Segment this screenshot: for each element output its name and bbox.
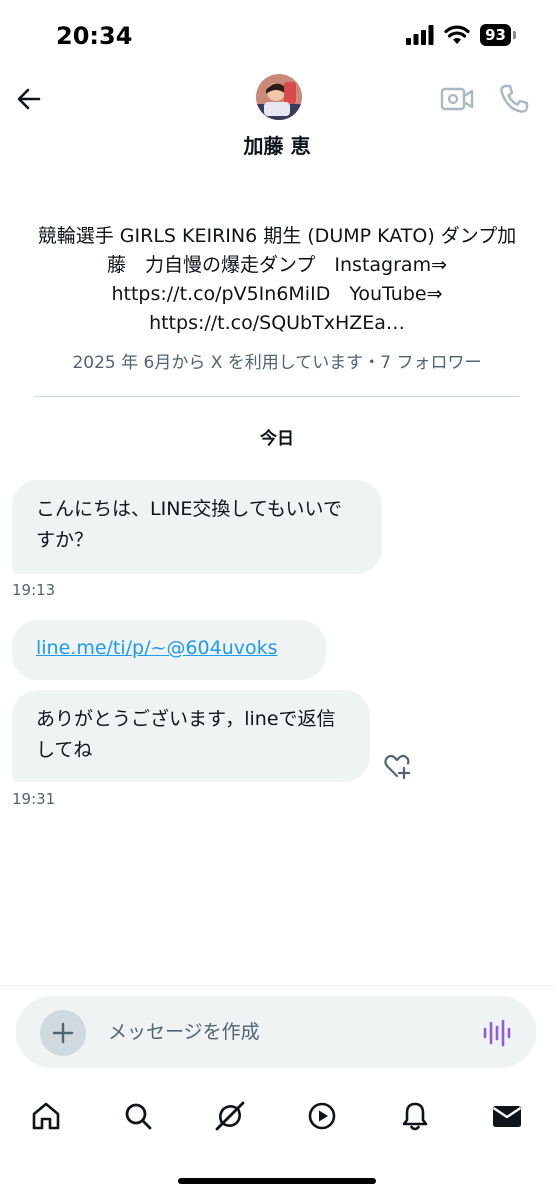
video-call-button[interactable] [440,84,474,114]
tab-grok[interactable] [212,1098,248,1134]
tab-search[interactable] [120,1098,156,1134]
grok-icon [215,1101,245,1131]
messages-icon [492,1106,522,1127]
home-icon [32,1102,60,1130]
bottom-tab-bar [0,1092,554,1140]
message-text: ありがとうございます，lineで返信してね [36,708,336,761]
add-attachment-button[interactable] [40,1010,86,1056]
battery-icon: 93 [480,24,516,46]
status-bar: 20:34 93 [0,0,554,74]
contact-name[interactable]: 加藤 恵 [0,130,554,159]
phone-icon [500,84,529,113]
cellular-signal-icon [406,25,434,45]
message-link[interactable]: line.me/ti/p/~@604uvoks [36,637,278,659]
profile-bio: 競輪選手 GIRLS KEIRIN6 期生 (DUMP KATO) ダンプ加藤 … [37,225,517,334]
message-text: こんにちは、LINE交換してもいいですか？ [36,498,342,551]
divider [0,985,554,986]
tab-messages[interactable] [489,1098,525,1134]
home-indicator [178,1178,376,1184]
back-button[interactable] [12,82,46,116]
status-icons: 93 [406,24,516,46]
message-timestamp: 19:13 [12,581,56,599]
message-input[interactable] [108,1016,468,1048]
voice-waveform-icon [483,1019,511,1047]
divider [34,396,520,397]
profile-joined-info: 2025 年 6月から X を利用しています・7 フォロワー [72,353,482,373]
video-icon [308,1102,336,1130]
avatar[interactable] [256,74,302,120]
heart-plus-icon [384,754,411,780]
notifications-icon [402,1102,428,1131]
plus-icon [52,1022,74,1044]
tab-notifications[interactable] [397,1098,433,1134]
wifi-icon [444,25,470,44]
voice-call-button[interactable] [497,82,531,116]
conversation-header: 加藤 恵 [0,70,554,170]
message-bubble-link[interactable]: line.me/ti/p/~@604uvoks [12,620,326,680]
video-camera-icon [440,87,474,111]
tab-home[interactable] [28,1098,64,1134]
message-composer [16,996,536,1068]
date-separator: 今日 [260,429,294,449]
voice-message-button[interactable] [482,1018,512,1048]
search-icon [125,1103,152,1130]
message-timestamp: 19:31 [12,790,56,808]
battery-level: 93 [480,24,511,46]
add-reaction-button[interactable] [383,752,413,780]
status-time: 20:34 [56,22,133,50]
message-bubble[interactable]: こんにちは、LINE交換してもいいですか？ [12,480,382,574]
tab-video[interactable] [304,1098,340,1134]
back-arrow-icon [17,88,41,110]
message-bubble[interactable]: ありがとうございます，lineで返信してね [12,690,370,782]
